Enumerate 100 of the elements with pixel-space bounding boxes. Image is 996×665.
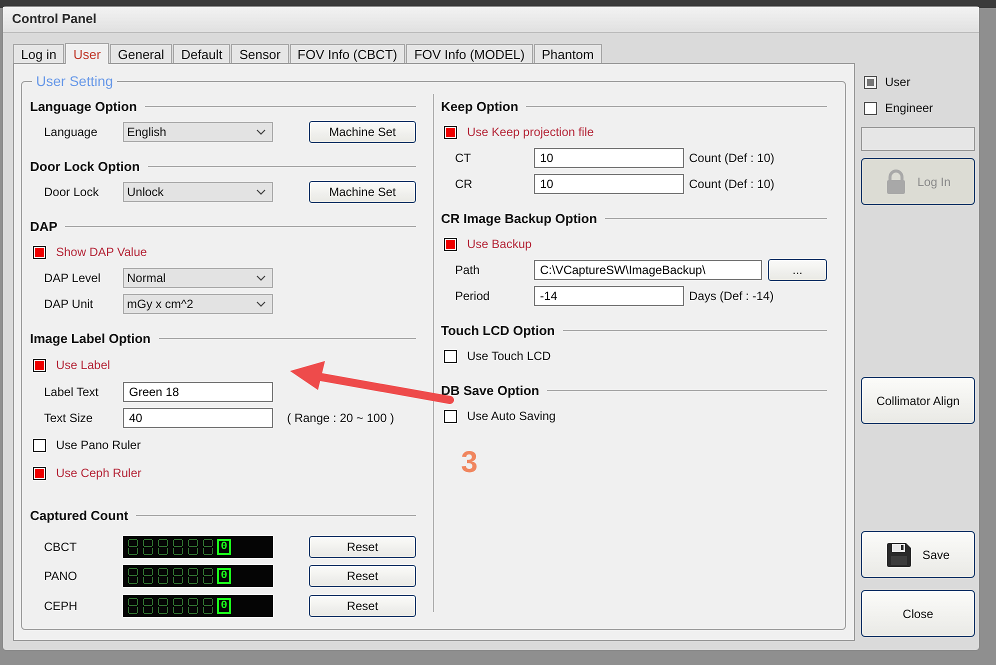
section-heading: Door Lock Option (30, 159, 140, 174)
padlock-icon (885, 168, 908, 194)
tab[interactable]: FOV Info (CBCT) (290, 44, 406, 63)
action-button[interactable]: Reset (309, 536, 416, 558)
step-number: 3 (461, 446, 478, 480)
text-field[interactable]: Green 18 (123, 382, 273, 402)
checkbox-label: Use Auto Saving (467, 409, 556, 423)
caret-icon (256, 301, 266, 307)
field-label: Path (455, 263, 481, 277)
checkbox[interactable] (444, 410, 457, 422)
side-button[interactable]: Close (861, 590, 975, 637)
checkbox[interactable] (444, 126, 457, 138)
action-button[interactable]: Machine Set (309, 181, 416, 203)
unlit-digit-icon (187, 567, 199, 586)
section-heading: Image Label Option (30, 331, 151, 346)
field-label: Door Lock (44, 185, 100, 199)
checkbox-label: Show DAP Value (56, 245, 147, 259)
dropdown[interactable]: Unlock (123, 182, 273, 202)
unlit-digit-icon (127, 567, 139, 586)
counter-display: 0 (123, 536, 273, 558)
section-heading: Touch LCD Option (441, 323, 555, 338)
section-heading: Captured Count (30, 508, 128, 523)
unlit-digit-icon (157, 596, 169, 615)
field-label: CBCT (44, 540, 78, 554)
hint-text: Days (Def : -14) (689, 289, 774, 303)
unlit-digit-icon (172, 596, 184, 615)
checkbox[interactable] (444, 350, 457, 362)
tab[interactable]: User (65, 43, 109, 64)
checkbox-label: Use Backup (467, 237, 532, 251)
caret-icon (256, 189, 266, 195)
action-button[interactable]: ... (768, 259, 827, 281)
text-field[interactable]: C:\VCaptureSW\ImageBackup\ (534, 260, 762, 280)
text-field[interactable]: 10 (534, 174, 684, 194)
tab[interactable]: Log in (13, 44, 64, 63)
checkbox[interactable] (444, 238, 457, 250)
group-title: User Setting (32, 73, 118, 89)
field-label: Language (44, 125, 98, 139)
hint-text: Count (Def : 10) (689, 151, 774, 165)
checkbox-label: User (885, 75, 910, 89)
unlit-digit-icon (127, 596, 139, 615)
unlit-digit-icon (127, 538, 139, 556)
window-title: Control Panel (12, 11, 97, 26)
dropdown[interactable]: Normal (123, 268, 273, 288)
tab[interactable]: General (110, 44, 172, 63)
section-heading: DB Save Option (441, 383, 540, 398)
action-button[interactable]: Reset (309, 565, 416, 588)
checkbox-label: Use Keep projection file (467, 125, 594, 139)
section-heading: CR Image Backup Option (441, 211, 598, 226)
checkbox-label: Use Touch LCD (467, 349, 551, 363)
side-button[interactable]: Collimator Align (861, 377, 975, 424)
counter-display: 0 (123, 565, 273, 588)
caret-icon (256, 275, 266, 281)
counter-display: 0 (123, 594, 273, 617)
dropdown[interactable]: mGy x cm^2 (123, 294, 273, 314)
unlit-digit-icon (202, 567, 214, 586)
section-heading: Language Option (30, 99, 137, 114)
checkbox[interactable] (33, 466, 46, 480)
side-button[interactable]: Save (861, 531, 975, 578)
text-field[interactable]: 10 (534, 148, 684, 168)
section-heading: DAP (30, 219, 58, 234)
checkbox[interactable] (33, 246, 46, 258)
unlit-digit-icon (157, 567, 169, 586)
field-label: Period (455, 289, 491, 303)
hint-text: ( Range : 20 ~ 100 ) (287, 411, 394, 425)
unlit-digit-icon (172, 567, 184, 586)
field-label: DAP Level (44, 271, 102, 285)
tab[interactable]: Default (173, 44, 230, 63)
checkbox[interactable] (33, 358, 46, 372)
text-field[interactable]: -14 (534, 286, 684, 306)
tab[interactable]: Phantom (534, 44, 602, 63)
field-label: Text Size (44, 411, 94, 425)
field-label: PANO (44, 569, 78, 584)
unlit-digit-icon (142, 596, 154, 615)
unlit-digit-icon (187, 538, 199, 556)
unlit-digit-icon (142, 567, 154, 586)
checkbox-label: Engineer (885, 101, 934, 115)
hint-text: Count (Def : 10) (689, 177, 774, 191)
password-field[interactable] (861, 127, 975, 151)
action-button[interactable]: Reset (309, 594, 416, 617)
unlit-digit-icon (157, 538, 169, 556)
unlit-digit-icon (187, 596, 199, 615)
unlit-digit-icon (202, 596, 214, 615)
field-label: Label Text (44, 385, 100, 399)
field-label: CEPH (44, 598, 78, 613)
action-button[interactable]: Machine Set (309, 121, 416, 143)
checkbox-label: Use Ceph Ruler (56, 466, 142, 480)
text-field[interactable]: 40 (123, 408, 273, 428)
checkbox[interactable] (864, 102, 877, 114)
tab[interactable]: Sensor (231, 44, 289, 63)
unlit-digit-icon (142, 538, 154, 556)
unlit-digit-icon (172, 538, 184, 556)
field-label: CR (455, 177, 474, 191)
field-label: CT (455, 151, 472, 165)
field-label: DAP Unit (44, 297, 94, 311)
dropdown[interactable]: English (123, 122, 273, 142)
unlit-digit-icon (202, 538, 214, 556)
tab[interactable]: FOV Info (MODEL) (406, 44, 533, 63)
checkbox[interactable] (33, 438, 46, 452)
checkbox[interactable] (864, 76, 877, 88)
caret-icon (256, 129, 266, 135)
